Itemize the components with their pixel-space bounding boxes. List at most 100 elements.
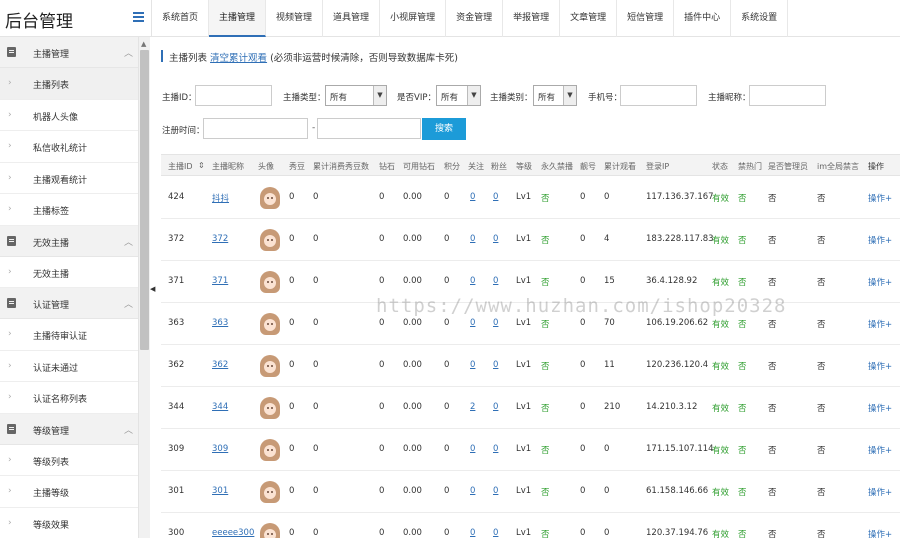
sidebar-item[interactable]: › 等级效果 (0, 508, 149, 538)
operation-button[interactable]: 操作+ (868, 528, 892, 538)
count-link[interactable]: 0 (493, 318, 498, 328)
count-link[interactable]: 0 (470, 318, 475, 328)
anchor-id-input[interactable] (195, 85, 272, 106)
count-link[interactable]: 0 (493, 192, 498, 202)
nickname-link[interactable]: 抖抖 (212, 192, 229, 204)
status-toggle[interactable]: 否 (541, 486, 550, 498)
nav-item-1[interactable]: 主播管理 (209, 0, 267, 37)
count-link[interactable]: 0 (470, 276, 475, 286)
sidebar-item[interactable]: › 认证名称列表 (0, 382, 149, 414)
status-toggle[interactable]: 否 (541, 234, 550, 246)
nickname-link[interactable]: 301 (212, 486, 228, 496)
sidebar-group[interactable]: 主播管理 ︿ (0, 37, 149, 68)
status-toggle[interactable]: 否 (738, 528, 747, 538)
sidebar-item[interactable]: › 私信收礼统计 (0, 131, 149, 163)
nav-item-10[interactable]: 系统设置 (731, 0, 789, 37)
vip-select[interactable]: 所有 ▼ (436, 85, 481, 106)
operation-button[interactable]: 操作+ (868, 402, 892, 414)
sidebar-item[interactable]: › 主播等级 (0, 476, 149, 508)
status-toggle[interactable]: 有效 (712, 192, 729, 204)
status-toggle[interactable]: 否 (738, 486, 747, 498)
status-toggle[interactable]: 否 (738, 402, 747, 414)
nav-item-7[interactable]: 文章管理 (560, 0, 618, 37)
count-link[interactable]: 0 (493, 360, 498, 370)
nav-item-5[interactable]: 资金管理 (446, 0, 504, 37)
status-toggle[interactable]: 否 (541, 360, 550, 372)
nickname-link[interactable]: 363 (212, 318, 228, 328)
nickname-link[interactable]: 371 (212, 276, 228, 286)
status-toggle[interactable]: 否 (541, 318, 550, 330)
sidebar-group[interactable]: 等级管理 ︿ (0, 413, 149, 445)
reg-time-end-input[interactable] (317, 118, 421, 139)
phone-input[interactable] (620, 85, 697, 106)
operation-button[interactable]: 操作+ (868, 276, 892, 288)
status-toggle[interactable]: 有效 (712, 234, 729, 246)
count-link[interactable]: 2 (470, 402, 475, 412)
status-toggle[interactable]: 有效 (712, 444, 729, 456)
status-toggle[interactable]: 否 (541, 276, 550, 288)
status-toggle[interactable]: 有效 (712, 528, 729, 538)
operation-button[interactable]: 操作+ (868, 486, 892, 498)
column-header[interactable]: 主播ID (168, 161, 193, 172)
status-toggle[interactable]: 否 (738, 360, 747, 372)
count-link[interactable]: 0 (493, 528, 498, 538)
count-link[interactable]: 0 (493, 444, 498, 454)
category-select[interactable]: 所有 ▼ (533, 85, 577, 106)
anchor-type-select[interactable]: 所有 ▼ (325, 85, 387, 106)
collapse-left-icon[interactable]: ◀ (150, 285, 155, 301)
count-link[interactable]: 0 (470, 360, 475, 370)
count-link[interactable]: 0 (470, 192, 475, 202)
status-toggle[interactable]: 否 (541, 444, 550, 456)
nav-item-9[interactable]: 插件中心 (674, 0, 732, 37)
nav-item-8[interactable]: 短信管理 (617, 0, 675, 37)
operation-button[interactable]: 操作+ (868, 444, 892, 456)
sidebar-item[interactable]: › 主播标签 (0, 194, 149, 226)
search-button[interactable]: 搜索 (422, 118, 466, 140)
sidebar-group[interactable]: 无效主播 ︿ (0, 225, 149, 257)
operation-button[interactable]: 操作+ (868, 318, 892, 330)
count-link[interactable]: 0 (470, 444, 475, 454)
sidebar-item[interactable]: › 主播观看统计 (0, 163, 149, 194)
count-link[interactable]: 0 (470, 528, 475, 538)
sidebar-item[interactable]: › 无效主播 (0, 257, 149, 288)
count-link[interactable]: 0 (470, 234, 475, 244)
nickname-link[interactable]: 309 (212, 444, 228, 454)
nickname-link[interactable]: 362 (212, 360, 228, 370)
status-toggle[interactable]: 否 (541, 402, 550, 414)
count-link[interactable]: 0 (493, 276, 498, 286)
nav-item-3[interactable]: 道具管理 (323, 0, 381, 37)
operation-button[interactable]: 操作+ (868, 234, 892, 246)
clear-views-link[interactable]: 清空累计观看 (210, 53, 267, 64)
sidebar-item[interactable]: › 等级列表 (0, 445, 149, 476)
nav-item-6[interactable]: 举报管理 (503, 0, 561, 37)
sidebar-item[interactable]: › 主播待审认证 (0, 319, 149, 351)
sidebar-item[interactable]: › 认证未通过 (0, 351, 149, 382)
status-toggle[interactable]: 否 (541, 528, 550, 538)
count-link[interactable]: 0 (493, 402, 498, 412)
sidebar-scroll-thumb[interactable] (140, 50, 149, 350)
sort-icon[interactable]: ⇕ (198, 161, 205, 170)
status-toggle[interactable]: 否 (738, 318, 747, 330)
status-toggle[interactable]: 否 (541, 192, 550, 204)
reg-time-start-input[interactable] (203, 118, 308, 139)
operation-button[interactable]: 操作+ (868, 360, 892, 372)
sidebar-item[interactable]: › 机器人头像 (0, 100, 149, 131)
status-toggle[interactable]: 有效 (712, 318, 729, 330)
status-toggle[interactable]: 有效 (712, 276, 729, 288)
count-link[interactable]: 0 (493, 486, 498, 496)
status-toggle[interactable]: 否 (738, 444, 747, 456)
nav-item-4[interactable]: 小视屏管理 (380, 0, 447, 37)
count-link[interactable]: 0 (470, 486, 475, 496)
nickname-link[interactable]: eeeee300 (212, 528, 254, 538)
scroll-up-icon[interactable]: ▲ (141, 40, 146, 48)
nickname-link[interactable]: 344 (212, 402, 228, 412)
status-toggle[interactable]: 否 (738, 276, 747, 288)
menu-toggle-icon[interactable] (133, 12, 144, 22)
status-toggle[interactable]: 有效 (712, 486, 729, 498)
nickname-link[interactable]: 372 (212, 234, 228, 244)
status-toggle[interactable]: 否 (738, 234, 747, 246)
status-toggle[interactable]: 有效 (712, 360, 729, 372)
nav-item-0[interactable]: 系统首页 (152, 0, 210, 37)
sidebar-item[interactable]: › 主播列表 (0, 68, 149, 100)
operation-button[interactable]: 操作+ (868, 192, 892, 204)
